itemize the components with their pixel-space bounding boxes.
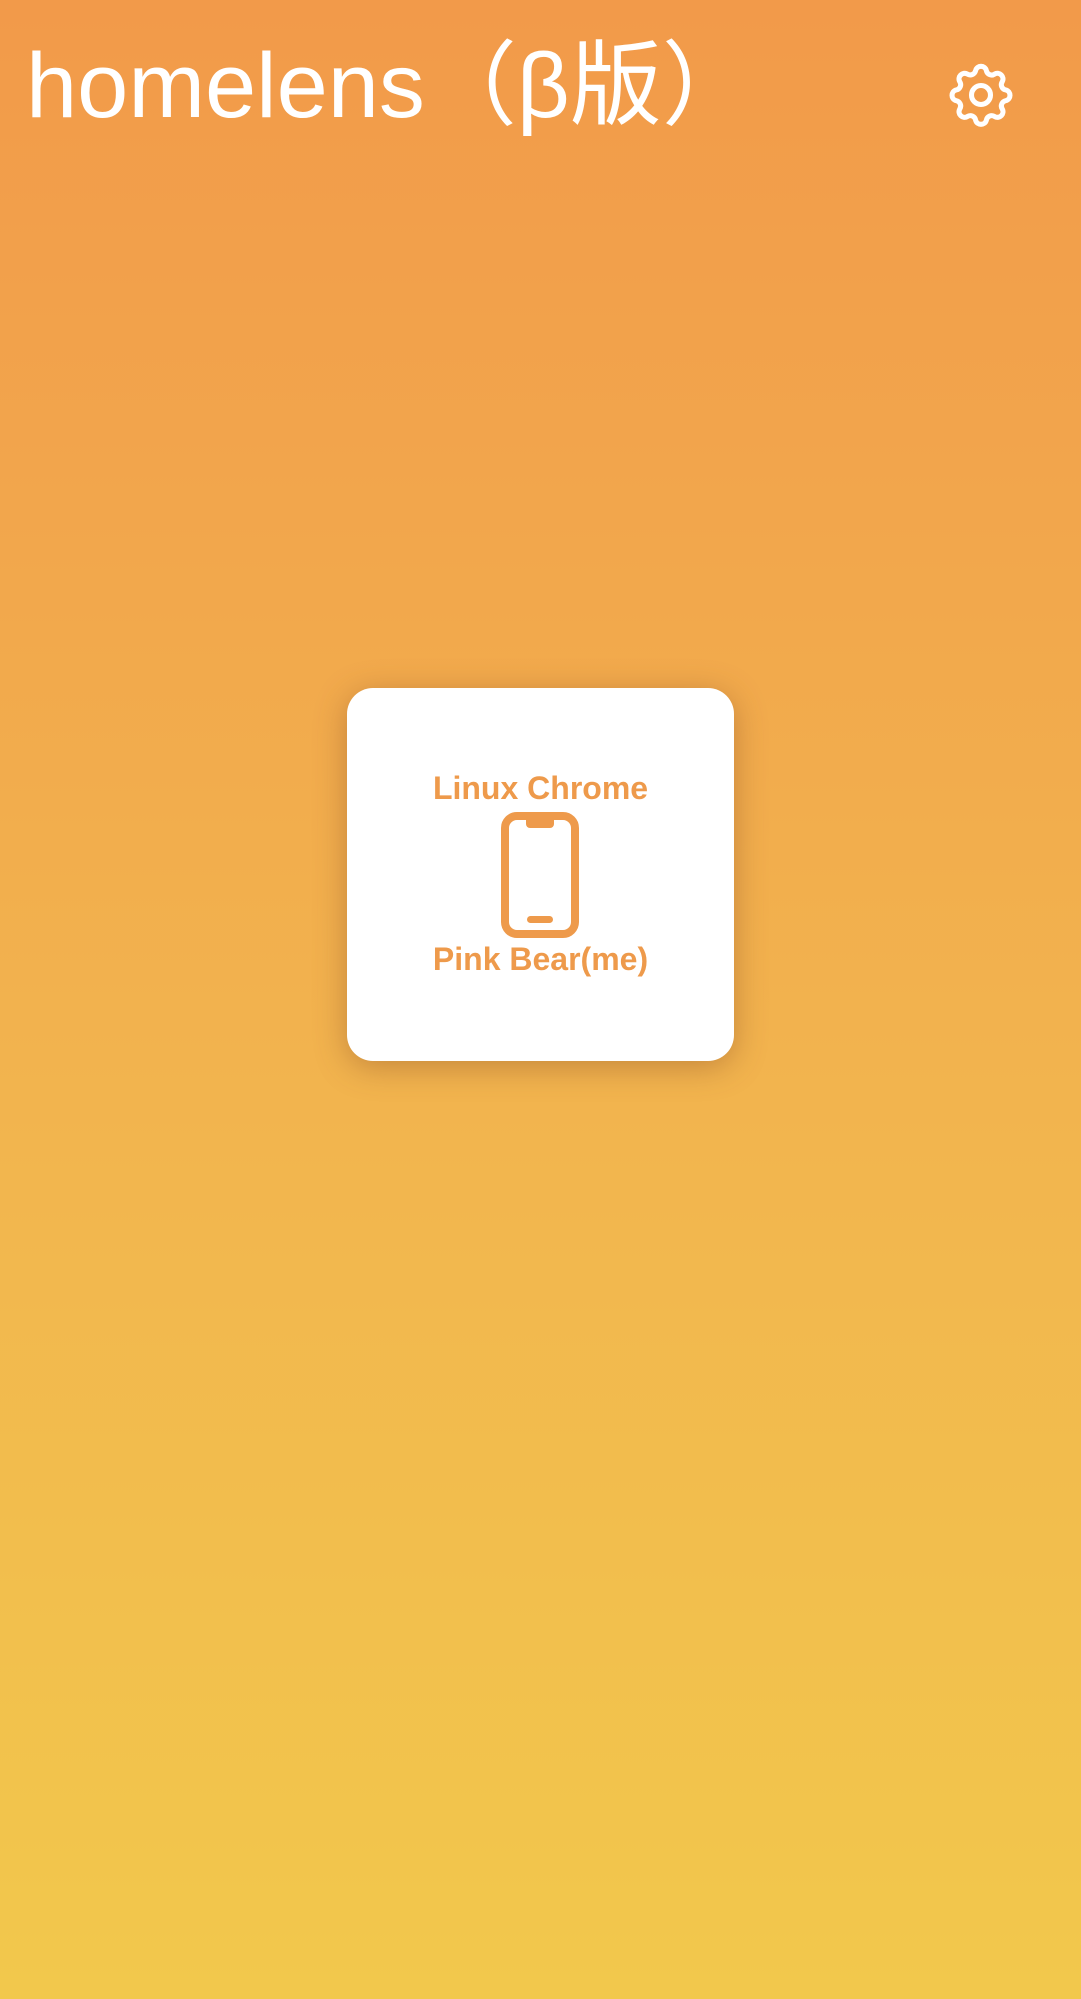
app-title: homelens（β版） (26, 35, 754, 137)
gear-icon (949, 63, 1013, 127)
device-owner-label: Pink Bear(me) (432, 941, 649, 977)
smartphone-icon (501, 812, 579, 938)
device-card[interactable]: Linux Chrome Pink Bear(me) (347, 688, 734, 1061)
settings-button[interactable] (938, 52, 1024, 138)
device-browser-label: Linux Chrome (432, 770, 649, 806)
